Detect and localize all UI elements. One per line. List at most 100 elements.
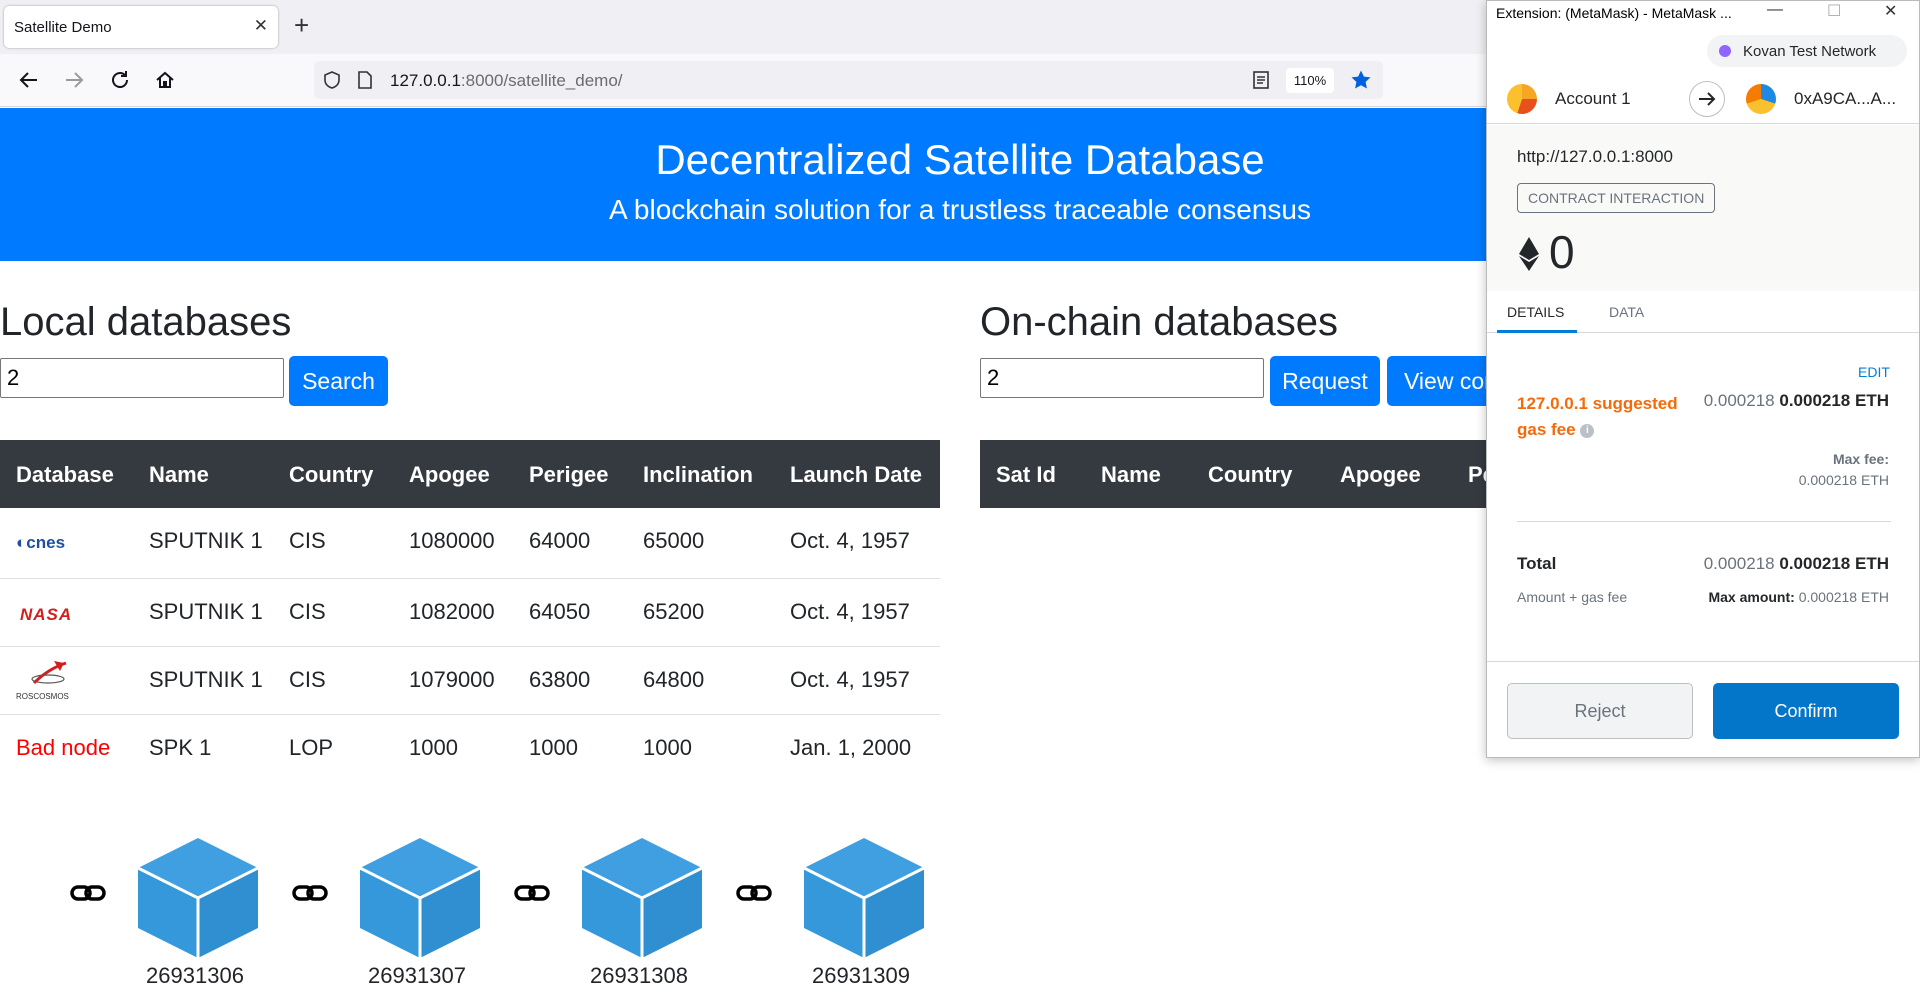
- divider: [1517, 521, 1891, 522]
- max-amount-label: Max amount:: [1708, 589, 1795, 605]
- block-cube-icon: [136, 836, 260, 960]
- account-avatar: [1507, 84, 1537, 114]
- sat-country: CIS: [289, 528, 326, 553]
- new-tab-icon[interactable]: +: [294, 10, 309, 40]
- network-name: Kovan Test Network: [1743, 43, 1877, 60]
- chain-link-icon: [514, 883, 550, 903]
- bookmark-star-icon[interactable]: [1350, 69, 1372, 96]
- tab-details[interactable]: DETAILS: [1507, 304, 1564, 320]
- minimize-icon[interactable]: —: [1767, 1, 1783, 19]
- table-row: NASA SPUTNIK 1 CIS 1082000 64050 65200 O…: [0, 579, 940, 647]
- sat-name: SPUTNIK 1: [149, 667, 263, 692]
- col-name: Name: [1101, 462, 1161, 487]
- sat-country: LOP: [289, 735, 334, 760]
- network-selector[interactable]: Kovan Test Network: [1707, 35, 1907, 67]
- view-contract-button[interactable]: View cor: [1387, 356, 1497, 406]
- metamask-tabs: DETAILS DATA: [1487, 291, 1919, 333]
- tab-data[interactable]: DATA: [1609, 304, 1644, 320]
- url-bar[interactable]: 127.0.0.1:8000/satellite_demo/ 110%: [314, 61, 1383, 99]
- sat-perigee: 1000: [529, 735, 578, 760]
- sat-apogee: 1080000: [409, 528, 495, 553]
- local-search-input[interactable]: 2: [0, 358, 284, 398]
- total-eth: 0.000218 ETH: [1779, 554, 1889, 573]
- chain-link-icon: [292, 883, 328, 903]
- max-fee-value: 0.000218 ETH: [1798, 472, 1889, 488]
- total-value: 0.000218 0.000218 ETH: [1704, 554, 1889, 574]
- url-path: :8000/satellite_demo/: [460, 71, 623, 90]
- gas-fee-eth: 0.000218 ETH: [1779, 391, 1889, 410]
- sat-name: SPK 1: [149, 735, 212, 760]
- block-number: 26931307: [368, 963, 466, 988]
- table-row: Bad node SPK 1 LOP 1000 1000 1000 Jan. 1…: [0, 715, 940, 783]
- block-cube-icon: [580, 836, 704, 960]
- active-tab-indicator: [1497, 330, 1577, 333]
- search-button[interactable]: Search: [289, 356, 388, 406]
- bad-node-label: Bad node: [16, 735, 111, 760]
- ethereum-icon: [1519, 237, 1539, 276]
- back-icon[interactable]: [14, 65, 44, 95]
- edit-gas-link[interactable]: EDIT: [1858, 364, 1890, 380]
- col-database: Database: [16, 462, 114, 487]
- arrow-right-icon: [1689, 81, 1725, 117]
- block-number: 26931308: [590, 963, 688, 988]
- transaction-amount: 0: [1549, 226, 1575, 278]
- reject-button[interactable]: Reject: [1507, 683, 1693, 739]
- url-text[interactable]: 127.0.0.1:8000/satellite_demo/: [390, 71, 623, 91]
- recipient-avatar: [1746, 84, 1776, 114]
- max-amount: Max amount: 0.000218 ETH: [1708, 589, 1889, 605]
- account-name[interactable]: Account 1: [1555, 89, 1631, 109]
- database-name: ROSCOSMOS: [16, 692, 69, 701]
- maximize-icon[interactable]: ☐: [1827, 1, 1841, 21]
- local-table-header: Database Name Country Apogee Perigee Inc…: [0, 440, 940, 508]
- sat-name: SPUTNIK 1: [149, 528, 263, 553]
- sat-launch-date: Oct. 4, 1957: [790, 599, 910, 624]
- browser-tab[interactable]: Satellite Demo ✕: [4, 6, 278, 48]
- table-row: ◐cnes SPUTNIK 1 CIS 1080000 64000 65000 …: [0, 508, 940, 579]
- local-databases-title: Local databases: [0, 300, 292, 344]
- max-amount-value: 0.000218 ETH: [1798, 589, 1889, 605]
- onchain-table-header: Sat Id Name Country Apogee Pe: [980, 440, 1495, 508]
- forward-icon[interactable]: [59, 65, 89, 95]
- onchain-id-input[interactable]: 2: [980, 358, 1264, 398]
- metamask-window: Extension: (MetaMask) - MetaMask ... — ☐…: [1486, 0, 1920, 758]
- reload-icon[interactable]: [105, 65, 135, 95]
- col-name: Name: [149, 462, 209, 487]
- onchain-databases-title: On-chain databases: [980, 300, 1339, 344]
- roscosmos-logo: ROSCOSMOS: [14, 655, 82, 707]
- close-window-icon[interactable]: ✕: [1884, 1, 1897, 21]
- request-button[interactable]: Request: [1270, 356, 1380, 406]
- home-icon[interactable]: [150, 65, 180, 95]
- shield-icon[interactable]: [322, 70, 342, 95]
- col-launch-date: Launch Date: [790, 462, 923, 487]
- info-icon[interactable]: i: [1580, 423, 1595, 438]
- gas-fee-text: 127.0.0.1 suggested gas fee: [1517, 394, 1678, 439]
- recipient-address[interactable]: 0xA9CA...A...: [1794, 89, 1896, 109]
- block-number: 26931306: [146, 963, 244, 988]
- close-tab-icon[interactable]: ✕: [254, 16, 268, 36]
- reader-view-icon[interactable]: [1252, 70, 1270, 95]
- max-fee-label: Max fee:: [1832, 451, 1889, 467]
- block-cube-icon: [358, 836, 482, 960]
- sat-launch-date: Jan. 1, 2000: [790, 735, 912, 760]
- zoom-badge[interactable]: 110%: [1286, 68, 1334, 93]
- col-sat-id: Sat Id: [996, 462, 1056, 487]
- page-icon[interactable]: [356, 70, 374, 95]
- chain-link-icon: [736, 883, 772, 903]
- contract-interaction-tag: CONTRACT INTERACTION: [1517, 183, 1716, 213]
- sat-inclination: 65200: [643, 599, 705, 624]
- sat-inclination: 1000: [643, 735, 692, 760]
- col-perigee: Perigee: [529, 462, 609, 487]
- gas-fee-fiat: 0.000218: [1703, 391, 1775, 410]
- col-apogee: Apogee: [409, 462, 490, 487]
- sat-country: CIS: [289, 667, 326, 692]
- sat-name: SPUTNIK 1: [149, 599, 263, 624]
- col-country: Country: [289, 462, 374, 487]
- cnes-logo: ◐cnes: [16, 533, 66, 552]
- sat-apogee: 1082000: [409, 599, 495, 624]
- database-name: cnes: [26, 533, 66, 552]
- confirm-button[interactable]: Confirm: [1713, 683, 1899, 739]
- sat-perigee: 64050: [529, 599, 591, 624]
- tab-title: Satellite Demo: [14, 19, 112, 36]
- sat-launch-date: Oct. 4, 1957: [790, 667, 910, 692]
- url-host: 127.0.0.1: [390, 71, 461, 90]
